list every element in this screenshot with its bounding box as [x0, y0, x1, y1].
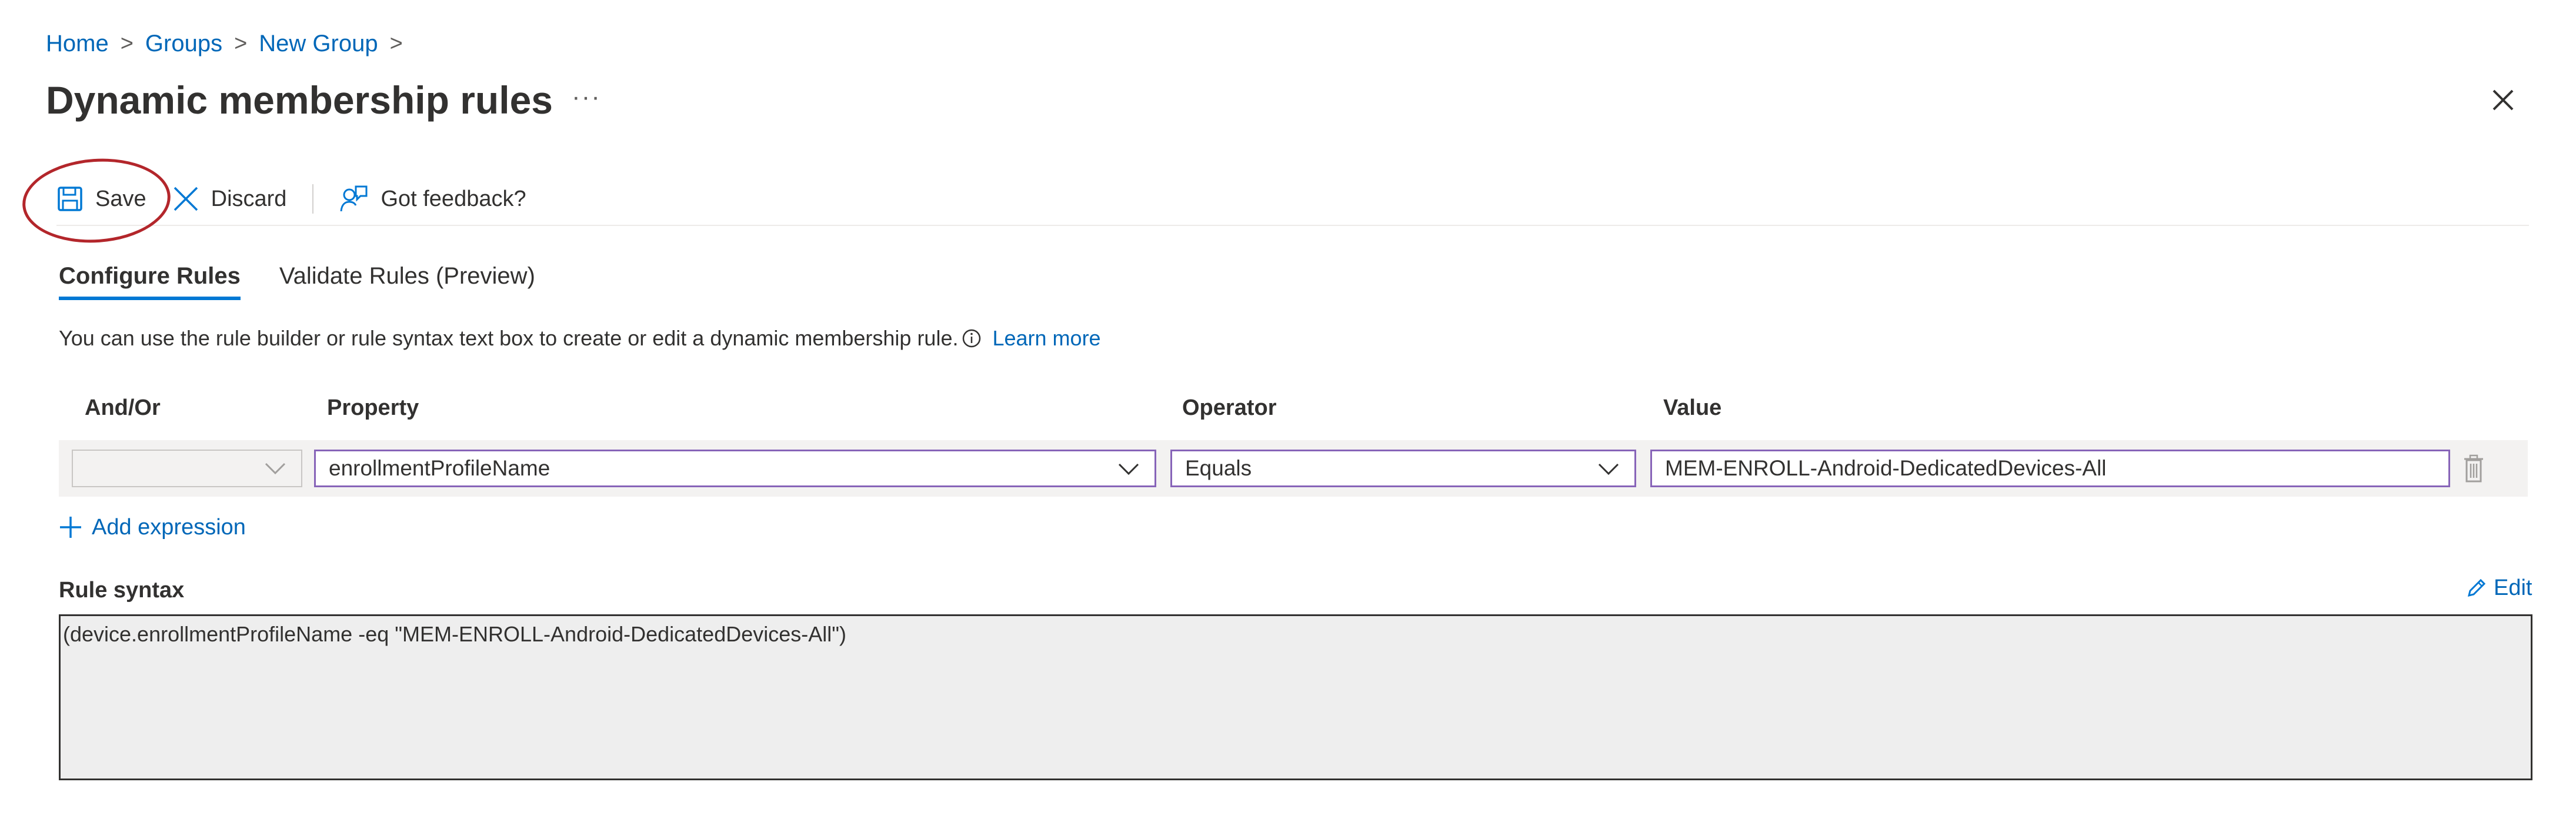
edit-label: Edit: [2494, 575, 2532, 600]
breadcrumb-groups[interactable]: Groups: [145, 31, 222, 57]
property-dropdown[interactable]: enrollmentProfileName: [314, 450, 1156, 487]
description: You can use the rule builder or rule syn…: [59, 321, 1101, 355]
annotation-circle: [19, 154, 173, 248]
plus-icon: [60, 517, 81, 538]
feedback-icon: [340, 185, 368, 212]
column-header-property: Property: [327, 395, 419, 420]
breadcrumb-new-group[interactable]: New Group: [259, 31, 378, 57]
pencil-icon: [2467, 578, 2486, 597]
operator-dropdown[interactable]: Equals: [1170, 450, 1636, 487]
feedback-label: Got feedback?: [381, 186, 526, 211]
breadcrumb-home[interactable]: Home: [46, 31, 109, 57]
page: Home > Groups > New Group > Dynamic memb…: [0, 0, 2576, 835]
and-or-dropdown[interactable]: [72, 450, 302, 487]
column-header-operator: Operator: [1182, 395, 1277, 420]
toolbar-divider-line: [56, 225, 2529, 226]
rule-syntax-textbox[interactable]: (device.enrollmentProfileName -eq "MEM-E…: [59, 614, 2532, 780]
discard-button[interactable]: Discard: [172, 185, 287, 212]
page-title: Dynamic membership rules: [46, 78, 553, 122]
breadcrumb-separator: >: [234, 31, 248, 56]
rule-syntax-label: Rule syntax: [59, 578, 185, 603]
breadcrumb-separator: >: [120, 31, 134, 56]
chevron-down-icon: [1118, 463, 1139, 475]
breadcrumb: Home > Groups > New Group >: [46, 26, 415, 61]
more-options-button[interactable]: ···: [572, 82, 601, 112]
trash-icon: [2464, 454, 2483, 483]
chevron-down-icon: [265, 463, 286, 475]
discard-icon: [173, 187, 198, 211]
discard-label: Discard: [211, 186, 287, 211]
value-text: MEM-ENROLL-Android-DedicatedDevices-All: [1665, 456, 2107, 480]
tab-list: Configure Rules Validate Rules (Preview): [59, 255, 574, 300]
column-header-and-or: And/Or: [85, 395, 161, 420]
tab-validate-rules[interactable]: Validate Rules (Preview): [279, 255, 535, 297]
add-expression-button[interactable]: Add expression: [59, 510, 246, 545]
add-expression-label: Add expression: [92, 514, 246, 540]
property-value: enrollmentProfileName: [329, 456, 550, 480]
value-input[interactable]: MEM-ENROLL-Android-DedicatedDevices-All: [1650, 450, 2450, 487]
description-text: You can use the rule builder or rule syn…: [59, 326, 959, 350]
breadcrumb-separator: >: [389, 31, 403, 56]
delete-row-button[interactable]: [2462, 454, 2485, 484]
close-icon: [2492, 89, 2514, 111]
operator-value: Equals: [1185, 456, 1252, 480]
chevron-down-icon: [1598, 463, 1619, 475]
feedback-button[interactable]: Got feedback?: [339, 184, 526, 214]
info-icon[interactable]: [962, 328, 982, 348]
tab-configure-rules[interactable]: Configure Rules: [59, 255, 241, 300]
rule-syntax-text: (device.enrollmentProfileName -eq "MEM-E…: [63, 622, 847, 646]
close-button[interactable]: [2485, 82, 2521, 118]
edit-button[interactable]: Edit: [2465, 575, 2532, 601]
toolbar-divider: [312, 184, 314, 214]
column-header-value: Value: [1663, 395, 1722, 420]
learn-more-link[interactable]: Learn more: [992, 326, 1100, 351]
